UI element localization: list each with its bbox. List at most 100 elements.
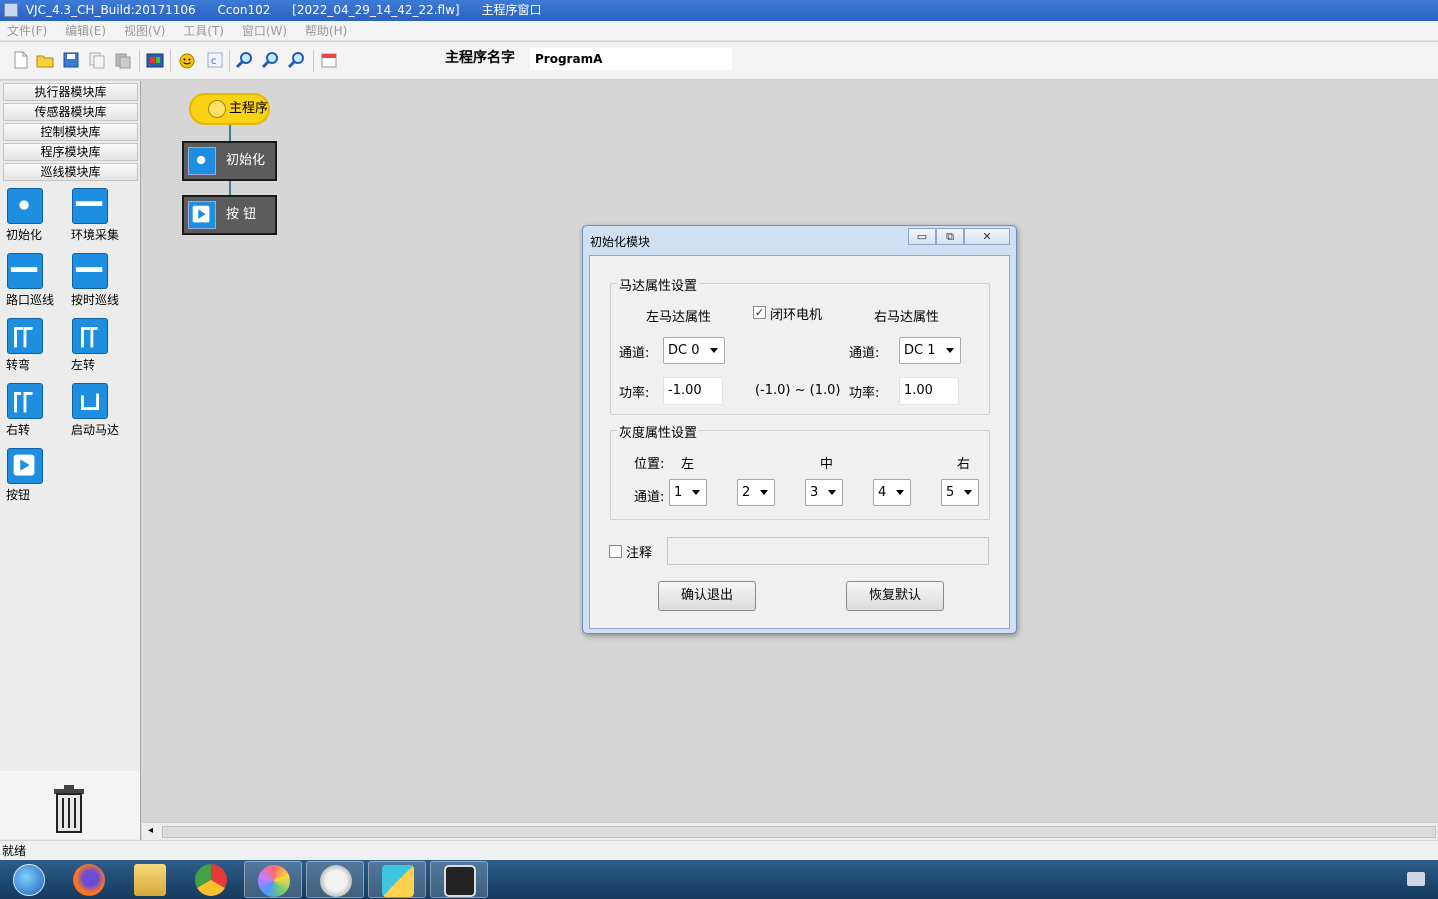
scroll-left-icon[interactable]: ◂: [148, 825, 153, 836]
start-orb-icon[interactable]: [0, 861, 58, 898]
palette-turn[interactable]: 转弯: [1, 318, 65, 378]
left-power-input[interactable]: -1.00: [663, 377, 723, 405]
trash-area: [0, 771, 140, 839]
library-sensor-button[interactable]: 传感器模块库: [3, 103, 138, 121]
code-icon[interactable]: c: [205, 50, 225, 70]
svg-text:c: c: [211, 56, 217, 67]
download-icon[interactable]: [145, 50, 165, 70]
flow-start-node[interactable]: 主程序: [189, 93, 270, 125]
closed-loop-label: 闭环电机: [770, 308, 823, 323]
menu-edit[interactable]: 编辑(E): [58, 21, 113, 41]
horizontal-scrollbar[interactable]: ◂: [142, 822, 1438, 840]
env-collect-icon: [72, 188, 108, 224]
flow-block-init[interactable]: 初始化: [182, 141, 277, 181]
zoom-fit-icon[interactable]: [287, 50, 307, 70]
system-tray-icon[interactable]: [1407, 872, 1425, 886]
library-actuator-button[interactable]: 执行器模块库: [3, 83, 138, 101]
chevron-down-icon: [692, 490, 700, 495]
reset-default-button[interactable]: 恢复默认: [846, 581, 944, 611]
firefox-icon[interactable]: [60, 861, 118, 898]
chevron-down-icon: [828, 490, 836, 495]
save-icon[interactable]: [61, 50, 81, 70]
zoom-in-icon[interactable]: [235, 50, 255, 70]
menu-window[interactable]: 窗口(W): [235, 21, 294, 41]
right-power-input[interactable]: 1.00: [899, 377, 959, 405]
gray-channel-1-select[interactable]: 1: [669, 479, 707, 506]
gray-group-title: 灰度属性设置: [617, 422, 700, 441]
gray-channel-5-select[interactable]: 5: [941, 479, 979, 506]
zoom-out-icon[interactable]: [261, 50, 281, 70]
palette-crossing-line[interactable]: 路口巡线: [1, 253, 65, 313]
chevron-down-icon: [946, 348, 954, 353]
left-power-label: 功率:: [619, 386, 650, 401]
right-channel-select[interactable]: DC 1: [899, 337, 961, 364]
smiley-icon: [208, 100, 226, 118]
gray-channel-2-select[interactable]: 2: [737, 479, 775, 506]
calendar-icon[interactable]: [319, 50, 339, 70]
menu-help[interactable]: 帮助(H): [298, 21, 354, 41]
position-left-label: 左: [681, 457, 695, 472]
minimize-button[interactable]: ▭: [908, 228, 936, 245]
paste-icon[interactable]: [113, 50, 133, 70]
turn-left-icon: [72, 318, 108, 354]
position-right-label: 右: [957, 457, 971, 472]
button-icon: [7, 448, 43, 484]
title-file: [2022_04_29_14_42_22.flw]: [292, 3, 460, 17]
gray-channel-3-select[interactable]: 3: [805, 479, 843, 506]
library-line-follow-button[interactable]: 巡线模块库: [3, 163, 138, 181]
library-control-button[interactable]: 控制模块库: [3, 123, 138, 141]
right-channel-label: 通道:: [849, 346, 880, 361]
title-bar: VJC_4.3_CH_Build:20171106 Ccon102 [2022_…: [0, 0, 1438, 21]
flow-block-button[interactable]: 按 钮: [182, 195, 277, 235]
smiley-icon[interactable]: [177, 50, 197, 70]
menu-file[interactable]: 文件(F): [0, 21, 54, 41]
note-checkbox[interactable]: [609, 545, 622, 558]
robot-app-icon[interactable]: [430, 861, 488, 898]
copy-icon[interactable]: [87, 50, 107, 70]
gray-settings-group: 灰度属性设置: [610, 422, 990, 520]
file-explorer-icon[interactable]: [121, 861, 179, 898]
left-channel-select[interactable]: DC 0: [663, 337, 725, 364]
open-folder-icon[interactable]: [35, 50, 55, 70]
init-module-dialog: 初始化模块 ▭ ⧉ ✕ 马达属性设置 左马达属性 ✓ 闭环电机 右马达属性 通道…: [582, 225, 1017, 634]
closed-loop-checkbox[interactable]: ✓: [753, 306, 766, 319]
program-name-label: 主程序名字: [445, 50, 515, 66]
palette-start-motor[interactable]: 启动马达: [66, 383, 130, 443]
init-icon: [188, 147, 216, 175]
trash-icon[interactable]: [52, 785, 86, 833]
left-motor-label: 左马达属性: [646, 310, 712, 325]
palette-init[interactable]: 初始化: [1, 188, 65, 248]
chrome-icon[interactable]: [182, 861, 240, 898]
title-view: 主程序窗口: [481, 3, 542, 17]
gray-channel-4-select[interactable]: 4: [873, 479, 911, 506]
colorful-app-icon[interactable]: [244, 861, 302, 898]
cat-app-icon[interactable]: [306, 861, 364, 898]
palette-button[interactable]: 按钮: [1, 448, 65, 508]
palette-env-collect[interactable]: 环境采集: [66, 188, 130, 248]
palette-turn-right[interactable]: 右转: [1, 383, 65, 443]
chevron-down-icon: [710, 348, 718, 353]
turn-icon: [7, 318, 43, 354]
new-file-icon[interactable]: [11, 50, 31, 70]
palette-turn-left[interactable]: 左转: [66, 318, 130, 378]
menu-view[interactable]: 视图(V): [117, 21, 173, 41]
status-bar: 就绪: [0, 840, 1438, 860]
right-power-label: 功率:: [849, 386, 880, 401]
library-program-button[interactable]: 程序模块库: [3, 143, 138, 161]
dialog-title: 初始化模块: [590, 235, 651, 249]
close-button[interactable]: ✕: [964, 228, 1010, 245]
note-input[interactable]: [667, 537, 989, 565]
palette-timed-line[interactable]: 按时巡线: [66, 253, 130, 313]
flower-app-icon[interactable]: [368, 861, 426, 898]
menu-bar: 文件(F) 编辑(E) 视图(V) 工具(T) 窗口(W) 帮助(H): [0, 21, 1438, 41]
position-label: 位置:: [634, 457, 665, 472]
program-name-input[interactable]: [530, 48, 732, 70]
confirm-exit-button[interactable]: 确认退出: [658, 581, 756, 611]
title-app: VJC_4.3_CH_Build:20171106: [25, 3, 196, 17]
chevron-down-icon: [760, 490, 768, 495]
right-motor-label: 右马达属性: [874, 310, 940, 325]
menu-tools[interactable]: 工具(T): [176, 21, 231, 41]
restore-button[interactable]: ⧉: [936, 228, 964, 245]
chevron-down-icon: [964, 490, 972, 495]
scroll-thumb[interactable]: [162, 826, 1436, 838]
